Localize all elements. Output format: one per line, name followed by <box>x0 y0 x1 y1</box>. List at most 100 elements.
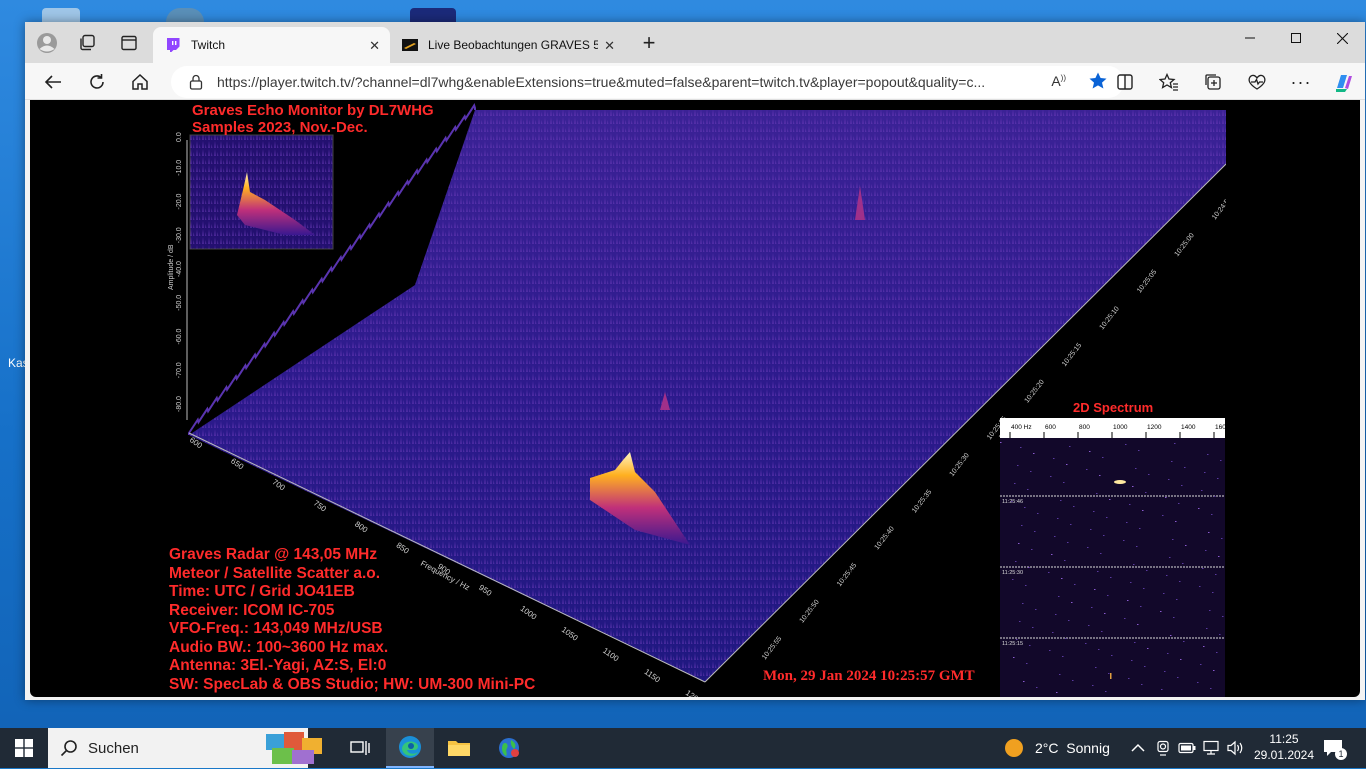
more-menu-icon[interactable]: ··· <box>1288 69 1314 95</box>
split-screen-icon[interactable] <box>1112 69 1138 95</box>
tab-twitch[interactable]: Twitch ✕ <box>153 27 390 63</box>
spectrum-noise-dot <box>1100 553 1102 554</box>
spectrum-noise-dot <box>1020 447 1022 448</box>
new-tab-button[interactable]: + <box>637 30 661 55</box>
clock[interactable]: 11:25 29.01.2024 <box>1252 728 1316 768</box>
favorite-star-icon[interactable] <box>1088 71 1108 94</box>
taskbar-search[interactable]: Suchen <box>48 728 322 768</box>
spectrum-noise-dot <box>1172 539 1174 540</box>
weather-widget[interactable]: 2°C Sonnig <box>1004 728 1110 768</box>
spectrum-noise-dot <box>1029 645 1031 646</box>
desktop-icon[interactable] <box>166 8 204 22</box>
read-aloud-icon[interactable]: A)) <box>1051 73 1066 89</box>
spectrum-noise-dot <box>1170 635 1172 636</box>
time-tick-label: 10:25:00 <box>1174 232 1196 258</box>
spectrum-noise-dot <box>1146 570 1148 571</box>
spectrum-noise-dot <box>1218 556 1220 557</box>
close-window-button[interactable] <box>1319 22 1365 54</box>
task-view-icon[interactable] <box>336 728 384 768</box>
spectrum-scale-label: 1000 <box>1113 424 1128 431</box>
profile-icon[interactable] <box>35 31 59 55</box>
address-bar[interactable]: https://player.twitch.tv/?channel=dl7whg… <box>171 66 1124 98</box>
start-button[interactable] <box>0 728 48 768</box>
video-stream[interactable]: 600 650 700 750 800 850 900 950 1000 1050 1100 1150… <box>165 100 1226 697</box>
tab-actions-icon[interactable] <box>117 31 141 55</box>
favorites-icon[interactable] <box>1156 69 1182 95</box>
spectrum-noise-dot <box>1211 514 1213 515</box>
spectrum-noise-dot <box>1140 606 1142 607</box>
desktop-icon[interactable] <box>410 8 456 22</box>
home-button[interactable] <box>127 69 153 95</box>
spectrum-noise-dot <box>1168 479 1170 480</box>
performance-icon[interactable] <box>1244 69 1270 95</box>
info-line: Meteor / Satellite Scatter a.o. <box>169 564 381 582</box>
frequency-tick-label: 750 <box>312 499 329 514</box>
amplitude-tick-label: 0.0 <box>176 132 183 142</box>
spectrum-noise-dot <box>1221 538 1223 539</box>
minimize-button[interactable] <box>1227 22 1273 54</box>
spectrum-noise-dot <box>1048 572 1050 573</box>
close-tab-icon[interactable]: ✕ <box>369 38 380 54</box>
spectrum-noise-dot <box>1019 621 1021 622</box>
spectrum-noise-dot <box>1018 543 1020 544</box>
tray-overflow-chevron-icon[interactable] <box>1131 728 1145 768</box>
spectrum-noise-dot <box>1181 485 1183 486</box>
tab-label: Twitch <box>191 38 226 52</box>
amplitude-axis-label: Amplitude / dB <box>168 244 175 290</box>
spectrum-time-label: 11:25:30 <box>1002 570 1023 576</box>
file-explorer-icon[interactable] <box>435 728 483 768</box>
spectrum-noise-dot <box>1032 627 1034 628</box>
globe-app-icon[interactable] <box>485 728 533 768</box>
workspaces-icon[interactable] <box>75 31 99 55</box>
spectrum-noise-dot <box>1203 646 1205 647</box>
spectrum-noise-dot <box>1059 674 1061 675</box>
sample-inset-texture <box>190 135 333 249</box>
spectrum-noise-dot <box>1105 691 1107 692</box>
url-text[interactable]: https://player.twitch.tv/?channel=dl7whg… <box>217 74 1014 90</box>
refresh-button[interactable] <box>84 69 110 95</box>
copilot-icon[interactable] <box>1331 69 1357 95</box>
spectrum-noise-dot <box>1142 510 1144 511</box>
time-tick-label: 10:25:50 <box>799 599 821 625</box>
maximize-button[interactable] <box>1273 22 1319 54</box>
spectrum-noise-dot <box>1061 578 1063 579</box>
spectrum-noise-dot <box>1085 643 1087 644</box>
collections-icon[interactable] <box>1200 69 1226 95</box>
spectrum-noise-dot <box>1209 610 1211 611</box>
spectrum-noise-dot <box>1198 508 1200 509</box>
spectrum-noise-dot <box>1011 501 1013 502</box>
spectrum-noise-dot <box>1065 638 1067 639</box>
edge-taskbar-icon[interactable] <box>386 728 434 768</box>
volume-icon[interactable] <box>1226 728 1244 768</box>
tab-graves[interactable]: Live Beobachtungen GRAVES 5. T ✕ <box>390 27 625 63</box>
taskbar: Suchen 2°C Sonnig 11:25 29.01.2024 1 <box>0 728 1366 768</box>
time-tick-label: 10:25:20 <box>1024 379 1046 405</box>
spectrum-noise-dot <box>1060 500 1062 501</box>
lock-icon[interactable] <box>189 74 203 93</box>
spectrum-noise-dot <box>1179 581 1181 582</box>
spectrum-time-label: 11:25:46 <box>1002 499 1023 505</box>
notification-center-icon[interactable]: 1 <box>1323 728 1347 768</box>
desktop-icon[interactable] <box>42 8 80 22</box>
spectrum-noise-dot <box>1124 618 1126 619</box>
spectrum-noise-dot <box>1088 625 1090 626</box>
browser-window: Twitch ✕ Live Beobachtungen GRAVES 5. T … <box>25 22 1365 700</box>
spectrum-noise-dot <box>1054 536 1056 537</box>
time-tick-label: 10:25:05 <box>1136 269 1158 295</box>
battery-icon[interactable] <box>1178 728 1196 768</box>
spectrum-echo-trace <box>1110 673 1112 679</box>
spectrum-noise-dot <box>1090 529 1092 530</box>
back-button[interactable] <box>40 69 66 95</box>
network-icon[interactable] <box>1202 728 1220 768</box>
spectrum-scale-label: 1200 <box>1147 424 1162 431</box>
spectrum-noise-dot <box>1163 593 1165 594</box>
spectrum-noise-dot <box>1051 554 1053 555</box>
spectrum-noise-dot <box>1164 671 1166 672</box>
spectrum-scale-label: 800 <box>1079 424 1090 431</box>
spectrum-noise-dot <box>1205 550 1207 551</box>
spectrum-noise-dot <box>1212 592 1214 593</box>
spectrum-noise-dot <box>1131 660 1133 661</box>
close-tab-icon[interactable]: ✕ <box>604 38 615 54</box>
spectrum-noise-dot <box>1165 497 1167 498</box>
tray-device-icon[interactable] <box>1155 728 1171 768</box>
